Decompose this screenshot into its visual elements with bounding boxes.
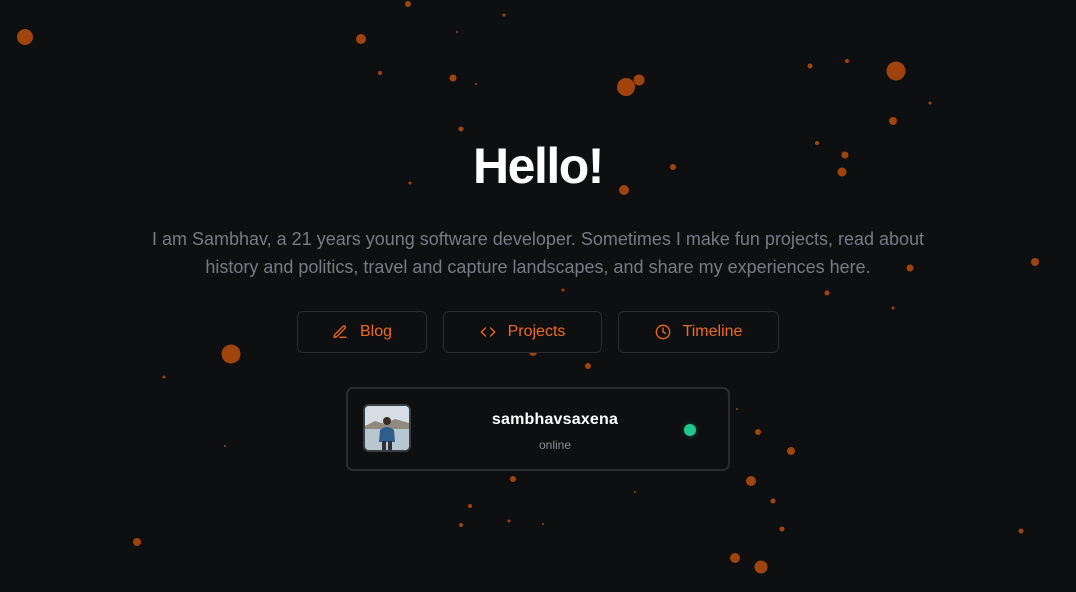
blog-button-label: Blog [359, 323, 393, 340]
nav-buttons: Blog Projects Timeline [0, 311, 1076, 355]
status-dot [684, 424, 696, 436]
timeline-button-label: Timeline [682, 323, 743, 340]
code-icon [480, 324, 496, 340]
page-title: Hello! [473, 138, 604, 194]
blog-button[interactable]: Blog [297, 311, 427, 353]
profile-status-text: online [538, 438, 572, 452]
clock-icon [655, 324, 671, 340]
projects-button-label: Projects [507, 323, 566, 340]
timeline-button[interactable]: Timeline [618, 311, 779, 353]
projects-button[interactable]: Projects [443, 311, 602, 353]
page: Hello! I am Sambhav, a 21 years young so… [0, 0, 1076, 592]
profile-username: sambhavsaxena [491, 411, 619, 428]
intro-text: I am Sambhav, a 21 years young software … [151, 229, 925, 277]
pencil-icon [332, 324, 348, 340]
discord-profile-card[interactable]: sambhavsaxena online [346, 387, 730, 471]
main-content: Hello! I am Sambhav, a 21 years young so… [0, 0, 1076, 592]
